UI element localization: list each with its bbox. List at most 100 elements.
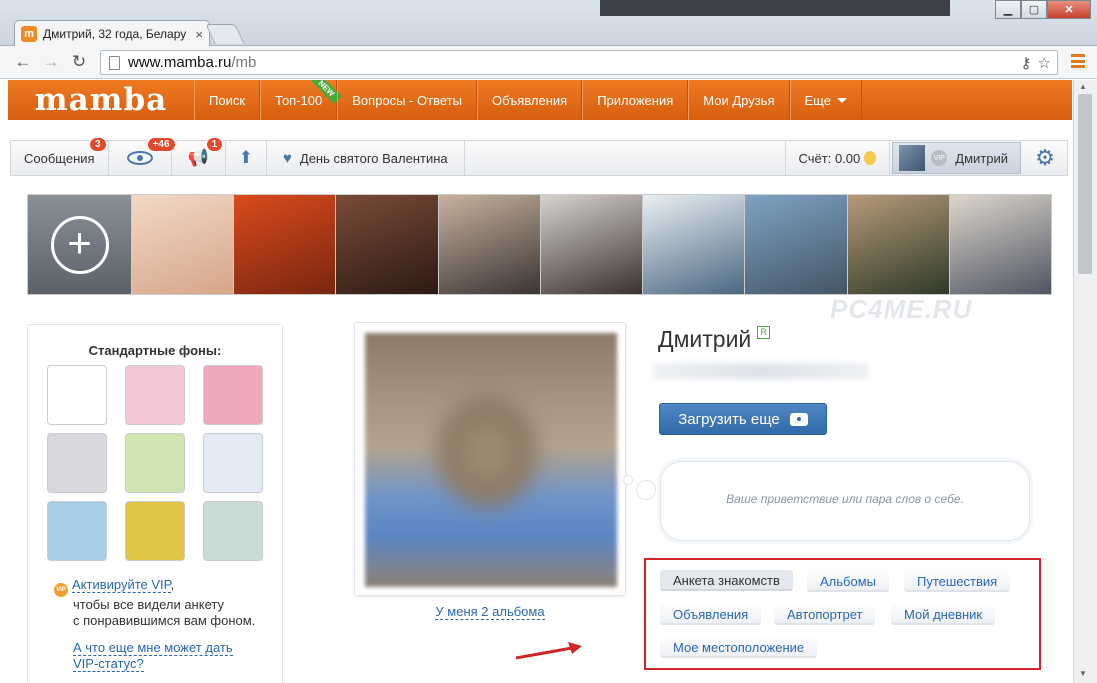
profile-photo[interactable]: [365, 333, 617, 587]
vip-status-question-link[interactable]: А что еще мне может дать VIP-статус?: [73, 640, 233, 672]
strip-photo[interactable]: [643, 195, 745, 294]
notifications-button[interactable]: 📢 1: [172, 137, 226, 175]
annotation-red-arrow: [515, 642, 582, 660]
address-bar-row: ← → ↻ www.mamba.ru/mb ⚷ ☆: [0, 46, 1097, 79]
nav-more-dropdown[interactable]: Еще: [789, 80, 862, 120]
new-tab-button[interactable]: [205, 24, 245, 44]
balance-button[interactable]: Счёт: 0.00: [784, 141, 891, 175]
section-travel[interactable]: Путешествия: [904, 571, 1011, 592]
background-swatch[interactable]: [203, 501, 263, 561]
section-albums[interactable]: Альбомы: [807, 571, 889, 592]
activate-vip-link[interactable]: Активируйте VIP: [72, 577, 171, 593]
background-swatch[interactable]: [125, 433, 185, 493]
vip-question-line1: А что еще мне может дать: [73, 640, 233, 656]
profile-name-text: Дмитрий: [658, 326, 752, 352]
profile-photo-card[interactable]: [354, 322, 626, 596]
cloud-tail-large: [636, 480, 656, 500]
strip-photo[interactable]: [132, 195, 234, 294]
nav-apps[interactable]: Приложения: [582, 80, 689, 120]
background-swatch[interactable]: [203, 433, 263, 493]
browser-menu-icon[interactable]: [1071, 54, 1085, 68]
nav-top100[interactable]: Топ-100 NEW: [260, 80, 342, 120]
add-photo-button[interactable]: +: [28, 195, 131, 294]
messages-count-badge: 3: [89, 137, 107, 152]
main-nav: mamba Поиск Топ-100 NEW Вопросы - Ответы …: [8, 80, 1072, 120]
key-icon[interactable]: ⚷: [1021, 54, 1032, 72]
page-icon: [109, 55, 120, 70]
vip-question-line2: VIP-статус?: [73, 656, 144, 672]
cloud-tail-small: [623, 475, 633, 485]
section-dating-profile[interactable]: Анкета знакомств: [660, 570, 793, 591]
background-swatch[interactable]: [125, 365, 185, 425]
scroll-up-icon[interactable]: ▲: [1079, 82, 1087, 91]
nav-label: Поиск: [209, 92, 246, 108]
tab-close-icon[interactable]: ×: [195, 27, 203, 42]
arrow-up-icon: ⬆: [238, 148, 253, 167]
minimize-icon[interactable]: ▁: [995, 0, 1021, 19]
url-path: /mb: [231, 54, 257, 71]
profile-subtitle-blurred: [653, 363, 869, 379]
views-button[interactable]: +46: [109, 137, 176, 175]
strip-photo[interactable]: [847, 195, 949, 294]
profile-name: Дмитрий R: [658, 326, 771, 353]
strip-photo[interactable]: [438, 195, 540, 294]
backgrounds-panel: Стандартные фоны: VIP Активируйте VIP, чт…: [27, 324, 283, 683]
profile-sections-highlight: Анкета знакомств Альбомы Путешествия Объ…: [644, 558, 1041, 670]
section-self-portrait[interactable]: Автопортрет: [774, 604, 876, 625]
background-swatch[interactable]: [47, 365, 107, 425]
scroll-down-icon[interactable]: ▼: [1079, 669, 1087, 678]
background-swatch[interactable]: [203, 365, 263, 425]
valentine-button[interactable]: ♥ День святого Валентина: [267, 141, 465, 175]
reload-icon[interactable]: ↻: [68, 51, 90, 73]
nav-label: Мои Друзья: [703, 92, 775, 108]
strip-photo[interactable]: [234, 195, 336, 294]
valentine-label: День святого Валентина: [299, 150, 448, 166]
window-close-icon[interactable]: ✕: [1047, 0, 1091, 19]
background-swatch[interactable]: [47, 501, 107, 561]
balance-label: Счёт: 0.00: [798, 150, 861, 166]
page-scrollbar[interactable]: ▲ ▼: [1073, 80, 1097, 683]
back-arrow-icon[interactable]: ←: [12, 51, 34, 73]
background-swatch[interactable]: [125, 501, 185, 561]
nav-search[interactable]: Поиск: [194, 80, 261, 120]
browser-tab-active[interactable]: m Дмитрий, 32 года, Белару ×: [14, 20, 210, 47]
user-toolbar: Сообщения 3 +46 📢 1 ⬆ ♥ День святого Вал…: [10, 137, 1068, 176]
strip-photo[interactable]: [336, 195, 438, 294]
backgrounds-title: Стандартные фоны:: [88, 343, 222, 358]
nav-label: Вопросы - Ответы: [352, 92, 462, 108]
maximize-icon[interactable]: ▢: [1021, 0, 1047, 19]
current-user-button[interactable]: VIP Дмитрий: [892, 142, 1021, 174]
upload-more-button[interactable]: Загрузить еще: [659, 403, 827, 435]
albums-link[interactable]: У меня 2 альбома: [435, 604, 545, 620]
notifications-count-badge: 1: [205, 137, 224, 152]
background-window-strip: [600, 0, 950, 16]
bookmark-star-icon[interactable]: ☆: [1038, 54, 1051, 72]
nav-label: Еще: [804, 92, 831, 108]
nav-my-friends[interactable]: Мои Друзья: [688, 80, 790, 120]
gear-icon[interactable]: ⚙: [1023, 141, 1067, 175]
background-swatch[interactable]: [47, 433, 107, 493]
window-controls: ▁ ▢ ✕: [995, 0, 1091, 19]
plus-icon: +: [50, 215, 109, 274]
coin-icon: [864, 151, 877, 165]
raise-profile-button[interactable]: ⬆: [226, 141, 267, 175]
vip-icon: VIP: [931, 150, 948, 166]
strip-photo[interactable]: [949, 195, 1051, 294]
strip-photo[interactable]: [540, 195, 643, 294]
mamba-logo[interactable]: mamba: [8, 80, 194, 120]
strip-photo[interactable]: [745, 195, 847, 294]
nav-questions-answers[interactable]: Вопросы - Ответы: [337, 80, 477, 120]
forward-arrow-icon[interactable]: →: [40, 51, 62, 73]
scroll-thumb[interactable]: [1078, 94, 1092, 274]
url-field[interactable]: www.mamba.ru/mb ⚷ ☆: [100, 50, 1058, 75]
browser-titlebar: m Дмитрий, 32 года, Белару × ▁ ▢ ✕: [0, 0, 1097, 47]
mamba-favicon-icon: m: [21, 26, 37, 42]
section-ads[interactable]: Объявления: [660, 604, 762, 625]
greeting-cloud[interactable]: Ваше приветствие или пара слов о себе.: [660, 461, 1030, 541]
vip-comma: ,: [170, 577, 175, 592]
albums-link-row: У меня 2 альбома: [354, 604, 626, 620]
nav-ads[interactable]: Объявления: [476, 80, 583, 120]
section-diary[interactable]: Мой дневник: [891, 604, 996, 625]
section-location[interactable]: Мое местоположение: [660, 637, 818, 658]
messages-button[interactable]: Сообщения 3: [11, 137, 109, 175]
